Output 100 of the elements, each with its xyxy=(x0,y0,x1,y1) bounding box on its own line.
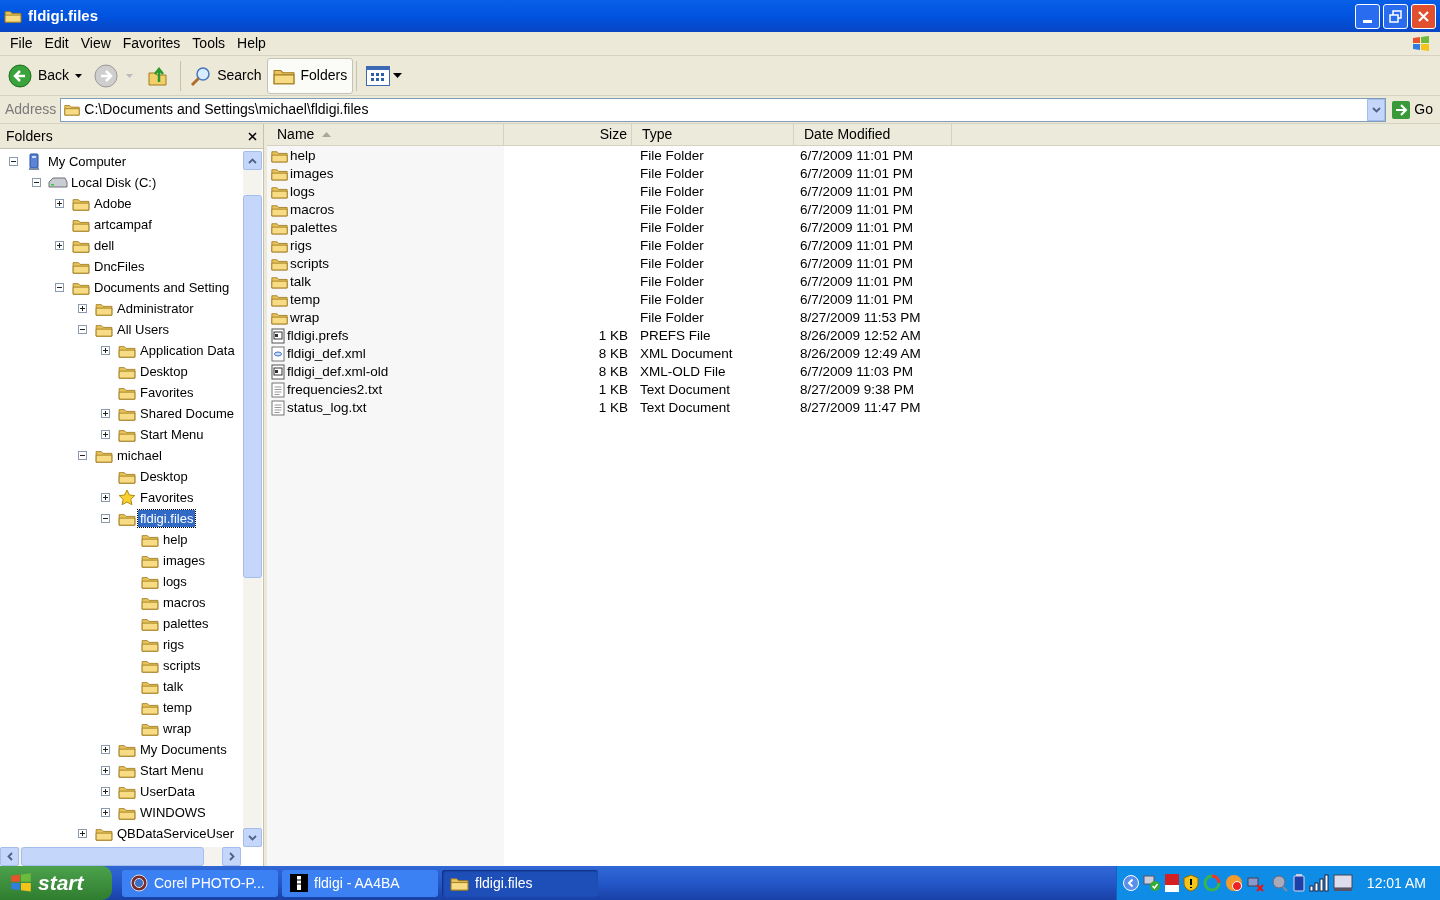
tree-item[interactable]: Start Menu xyxy=(138,762,206,779)
dropdown-button[interactable] xyxy=(1367,98,1386,121)
chevron-left-icon[interactable] xyxy=(1122,875,1139,891)
date-modified: 8/27/2009 9:38 PM xyxy=(800,381,915,397)
tree-item[interactable]: UserData xyxy=(138,783,197,800)
tree-item[interactable]: Administrator xyxy=(115,300,196,317)
file-type: PREFS File xyxy=(640,327,711,343)
collapse-icon[interactable] xyxy=(78,451,87,460)
search-button[interactable]: Search xyxy=(184,57,268,94)
minimize-button[interactable] xyxy=(1355,3,1380,29)
folder-icon xyxy=(450,875,469,891)
tree-item[interactable]: Documents and Setting xyxy=(92,279,232,296)
network-check-icon[interactable] xyxy=(1142,874,1161,892)
taskbar-button[interactable]: fldigi.files xyxy=(442,869,598,897)
taskbar-button[interactable]: fldigi - AA4BA xyxy=(282,869,438,897)
expand-icon[interactable] xyxy=(78,304,87,313)
tree-item[interactable]: rigs xyxy=(161,636,186,653)
tree-item[interactable]: dell xyxy=(92,237,117,254)
go-button[interactable]: Go xyxy=(1390,99,1435,120)
folders-button[interactable]: Folders xyxy=(267,57,354,94)
clock: 12:01 AM xyxy=(1366,873,1426,893)
address-field[interactable]: C:\Documents and Settings\michael\fldigi.files xyxy=(60,97,1387,122)
menu-item[interactable]: Help xyxy=(231,33,272,54)
expand-icon[interactable] xyxy=(78,829,87,838)
expand-icon[interactable] xyxy=(55,199,64,208)
tree-item[interactable]: macros xyxy=(161,594,208,611)
tree-item[interactable]: WINDOWS xyxy=(138,804,208,821)
expand-icon[interactable] xyxy=(101,493,110,502)
collapse-icon[interactable] xyxy=(78,325,87,334)
monitor-icon[interactable] xyxy=(1332,874,1353,892)
tree-item[interactable]: wrap xyxy=(161,720,194,737)
column-header[interactable]: Size xyxy=(504,124,632,145)
tree-item[interactable]: fldigi.files xyxy=(138,510,196,527)
expand-icon[interactable] xyxy=(101,745,110,754)
tree-item[interactable]: palettes xyxy=(161,615,211,632)
expand-icon[interactable] xyxy=(101,808,110,817)
tree-item[interactable]: temp xyxy=(161,699,194,716)
tree-item[interactable]: help xyxy=(161,531,190,548)
expand-icon[interactable] xyxy=(101,787,110,796)
flag-tile-icon[interactable] xyxy=(1164,874,1179,892)
tree-item[interactable]: All Users xyxy=(115,321,171,338)
tree-item[interactable]: Favorites xyxy=(138,489,196,506)
tree-item[interactable]: scripts xyxy=(161,657,203,674)
restore-button[interactable] xyxy=(1383,3,1408,29)
menu-item[interactable]: View xyxy=(74,33,117,54)
folder-icon xyxy=(117,763,136,778)
folder-icon xyxy=(117,784,136,799)
tree-item[interactable]: michael xyxy=(115,447,164,464)
tree-item[interactable]: Application Data xyxy=(138,342,237,359)
battery-icon[interactable] xyxy=(1292,874,1305,892)
column-header[interactable]: Name xyxy=(267,124,504,145)
shield-icon[interactable] xyxy=(1182,874,1199,892)
collapse-icon[interactable] xyxy=(9,157,18,166)
chevron-left-icon xyxy=(6,852,13,861)
folder-icon xyxy=(271,257,288,271)
expand-icon[interactable] xyxy=(101,766,110,775)
collapse-icon[interactable] xyxy=(55,283,64,292)
alert-icon[interactable] xyxy=(1224,874,1243,892)
close-button[interactable] xyxy=(1411,3,1436,29)
date-modified: 6/7/2009 11:01 PM xyxy=(800,255,914,271)
tree-item[interactable]: Adobe xyxy=(92,195,134,212)
expand-icon[interactable] xyxy=(101,346,110,355)
tree-item[interactable]: images xyxy=(161,552,207,569)
file-type: File Folder xyxy=(640,237,704,253)
expand-icon[interactable] xyxy=(101,409,110,418)
expand-icon[interactable] xyxy=(55,241,64,250)
tree-item[interactable]: My Documents xyxy=(138,741,229,758)
menu-item[interactable]: File xyxy=(4,33,39,54)
collapse-icon[interactable] xyxy=(32,178,41,187)
start-button[interactable]: start xyxy=(0,866,112,900)
tree-item[interactable]: logs xyxy=(161,573,189,590)
signal-bars-icon[interactable] xyxy=(1308,874,1329,892)
folder-icon xyxy=(140,595,159,610)
tree-item[interactable]: My Computer xyxy=(46,153,129,170)
file-type: File Folder xyxy=(640,273,704,289)
column-header[interactable]: Type xyxy=(632,124,794,145)
back-button[interactable]: Back xyxy=(2,58,89,93)
search-icon xyxy=(190,64,213,87)
tree-item[interactable]: Desktop xyxy=(138,468,190,485)
file-type: File Folder xyxy=(640,255,704,271)
chevron-down-icon xyxy=(248,834,257,841)
tree-item[interactable]: Local Disk (C:) xyxy=(69,174,159,191)
tree-item[interactable]: Desktop xyxy=(138,363,190,380)
horizontal-scrollbar[interactable] xyxy=(0,847,241,866)
expand-icon[interactable] xyxy=(101,430,110,439)
close-icon[interactable] xyxy=(248,131,257,141)
tree-item[interactable]: Favorites xyxy=(138,384,196,401)
menu-item[interactable]: Edit xyxy=(38,33,75,54)
collapse-icon[interactable] xyxy=(101,514,110,523)
vertical-scrollbar[interactable] xyxy=(243,151,262,847)
taskbar-button[interactable]: Corel PHOTO-P... xyxy=(122,869,278,897)
tree-item[interactable]: QBDataServiceUser xyxy=(115,825,237,842)
menu-item[interactable]: Tools xyxy=(186,33,232,54)
menu-item[interactable]: Favorites xyxy=(116,33,187,54)
tree-item[interactable]: talk xyxy=(161,678,186,695)
tree-item[interactable]: DncFiles xyxy=(92,258,147,275)
tree-item[interactable]: Shared Docume xyxy=(138,405,236,422)
column-header[interactable]: Date Modified xyxy=(794,124,952,145)
tree-item[interactable]: Start Menu xyxy=(138,426,206,443)
tree-item[interactable]: artcampaf xyxy=(92,216,154,233)
